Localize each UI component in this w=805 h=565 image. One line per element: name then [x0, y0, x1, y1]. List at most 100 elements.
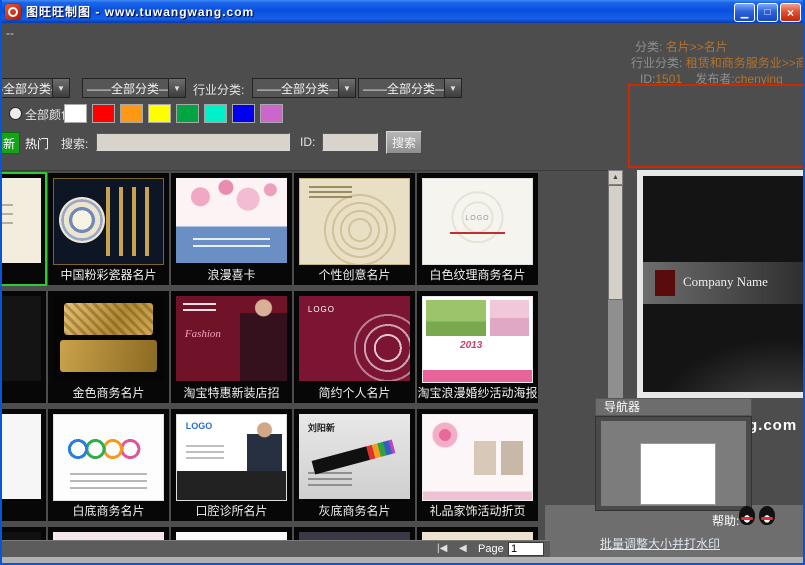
navigator-header[interactable]: 导航器 — [595, 398, 752, 416]
navigator-viewport[interactable] — [640, 443, 716, 505]
template-card[interactable]: 礼品家饰活动折页 — [417, 409, 538, 521]
industry-label: 行业分类: — [631, 56, 683, 70]
thumbnail-micro-text: Fashion — [184, 328, 221, 341]
template-card[interactable] — [171, 527, 292, 541]
industry-value: 租赁和商务服务业>>商 — [685, 56, 805, 70]
minimize-button[interactable]: ▁ — [734, 3, 755, 22]
chevron-down-icon[interactable]: ▼ — [52, 79, 69, 97]
category-label: 分类: — [635, 40, 663, 54]
chevron-down-icon[interactable]: ▼ — [338, 79, 355, 97]
template-card[interactable]: LOGO 简约个人名片 — [294, 291, 415, 403]
template-grid: 片 中国粉彩瓷器名片 浪漫喜卡 — [0, 170, 608, 541]
template-thumbnail: LOGO — [299, 296, 410, 381]
template-thumbnail: LOGO — [176, 414, 287, 501]
template-card[interactable]: LOGO 白色纹理商务名片 — [417, 173, 538, 285]
search-input[interactable] — [96, 133, 290, 151]
industry-dropdown-2[interactable]: ——全部分类—— ▼ — [358, 78, 462, 98]
template-thumbnail — [53, 178, 164, 265]
template-card[interactable]: 刘阳新 灰底商务名片 — [294, 409, 415, 521]
template-card-label: 名片 — [0, 384, 46, 403]
scroll-up-button[interactable]: ▲ — [608, 170, 623, 185]
search-label: 搜索: — [61, 137, 89, 151]
qq-icon[interactable] — [759, 506, 775, 525]
template-card[interactable]: 2013 淘宝浪漫婚纱活动海报 — [417, 291, 538, 403]
color-swatch[interactable] — [260, 104, 283, 123]
template-thumbnail — [53, 296, 164, 381]
template-card[interactable]: 中国粉彩瓷器名片 — [48, 173, 169, 285]
maximize-button[interactable]: □ — [757, 3, 778, 22]
chevron-down-icon[interactable]: ▼ — [444, 79, 461, 97]
batch-resize-link[interactable]: 批量调整大小并打水印 — [600, 535, 720, 552]
template-card[interactable]: 白底商务名片 — [48, 409, 169, 521]
template-card-label: 片 — [0, 266, 46, 285]
template-card[interactable]: LOGO 口腔诊所名片 — [171, 409, 292, 521]
industry-dropdown-1[interactable]: ——全部分类—— ▼ — [252, 78, 356, 98]
category-info-line: 分类: 名片>>名片 — [635, 38, 728, 55]
template-grid-inner: 片 中国粉彩瓷器名片 浪漫喜卡 — [0, 172, 543, 541]
template-thumbnail — [299, 178, 410, 265]
help-label: 帮助: — [712, 514, 740, 528]
window-controls: ▁ □ × — [734, 3, 801, 22]
category-dropdown-1[interactable]: —全部分类— ▼ — [0, 78, 70, 98]
template-thumbnail — [53, 414, 164, 501]
template-card[interactable]: 片 — [0, 409, 46, 521]
navigator-canvas — [601, 421, 746, 506]
industry-filter-label: 行业分类: — [193, 83, 245, 97]
template-thumbnail: Fashion — [176, 296, 287, 381]
template-thumbnail: 2013 — [422, 296, 533, 383]
newest-button[interactable]: 最新 — [0, 132, 20, 154]
close-button[interactable]: × — [780, 3, 801, 22]
pagination-bar: |◀ ◀ Page — [0, 540, 550, 558]
color-swatch[interactable] — [232, 104, 255, 123]
template-card-label: 浪漫喜卡 — [207, 268, 256, 282]
template-card[interactable]: 浪漫喜卡 — [171, 173, 292, 285]
color-swatch[interactable] — [92, 104, 115, 123]
navigator-panel — [595, 416, 752, 511]
color-swatch[interactable] — [176, 104, 199, 123]
thumbnail-micro-text: 刘阳新 — [307, 422, 335, 433]
template-thumbnail — [0, 296, 41, 381]
chevron-down-icon[interactable]: ▼ — [168, 79, 185, 97]
color-swatch[interactable] — [204, 104, 227, 123]
card-preview: Company Name — [637, 170, 805, 398]
template-card-label: 中国粉彩瓷器名片 — [60, 268, 157, 282]
search-button[interactable]: 搜索 — [386, 131, 422, 154]
template-card-label: 白色纹理商务名片 — [429, 268, 526, 282]
template-card[interactable]: 名片 — [0, 291, 46, 403]
template-card[interactable] — [294, 527, 415, 541]
category-dropdown-2[interactable]: ——全部分类—— ▼ — [82, 78, 186, 98]
template-thumbnail: 刘阳新 — [299, 414, 410, 499]
scrollbar-thumb[interactable] — [608, 185, 623, 300]
first-page-button[interactable]: |◀ — [437, 543, 447, 554]
template-card[interactable]: 片 — [0, 172, 47, 286]
id-filter-label: ID: — [300, 135, 316, 149]
qq-icon[interactable] — [739, 506, 755, 525]
page-number-input[interactable] — [508, 542, 544, 556]
color-swatch[interactable] — [64, 104, 87, 123]
color-swatch[interactable] — [148, 104, 171, 123]
template-card-label: 灰底商务名片 — [318, 504, 391, 518]
template-card[interactable] — [48, 527, 169, 541]
template-card[interactable]: 个性创意名片 — [294, 173, 415, 285]
site-watermark: g.com — [748, 417, 798, 434]
window-title: 图旺旺制图 - www.tuwangwang.com — [26, 5, 255, 19]
industry-dropdown-2-value: ——全部分类—— — [363, 81, 444, 96]
thumbnail-micro-text: LOGO — [465, 214, 490, 222]
title-bar[interactable]: 图旺旺制图 - www.tuwangwang.com ▁ □ × — [0, 0, 805, 23]
all-colors-radio[interactable] — [9, 107, 22, 120]
highlight-red-box — [628, 84, 805, 168]
template-card[interactable]: 金色商务名片 — [48, 291, 169, 403]
color-swatch[interactable] — [120, 104, 143, 123]
prev-page-button[interactable]: ◀ — [459, 543, 467, 554]
industry-dropdown-1-value: ——全部分类—— — [257, 81, 338, 96]
hot-button[interactable]: 热门 — [25, 135, 49, 152]
id-input[interactable] — [322, 133, 378, 151]
template-card[interactable]: Fashion 淘宝特惠新装店招 — [171, 291, 292, 403]
company-logo-square — [655, 270, 675, 296]
template-card[interactable] — [417, 527, 538, 541]
bottom-scrollbar-strip[interactable] — [0, 557, 805, 565]
page-label: Page — [478, 543, 504, 555]
template-card-label: 礼品家饰活动折页 — [429, 504, 526, 518]
thumbnail-micro-text: LOGO — [307, 304, 335, 314]
template-card[interactable] — [0, 527, 46, 541]
